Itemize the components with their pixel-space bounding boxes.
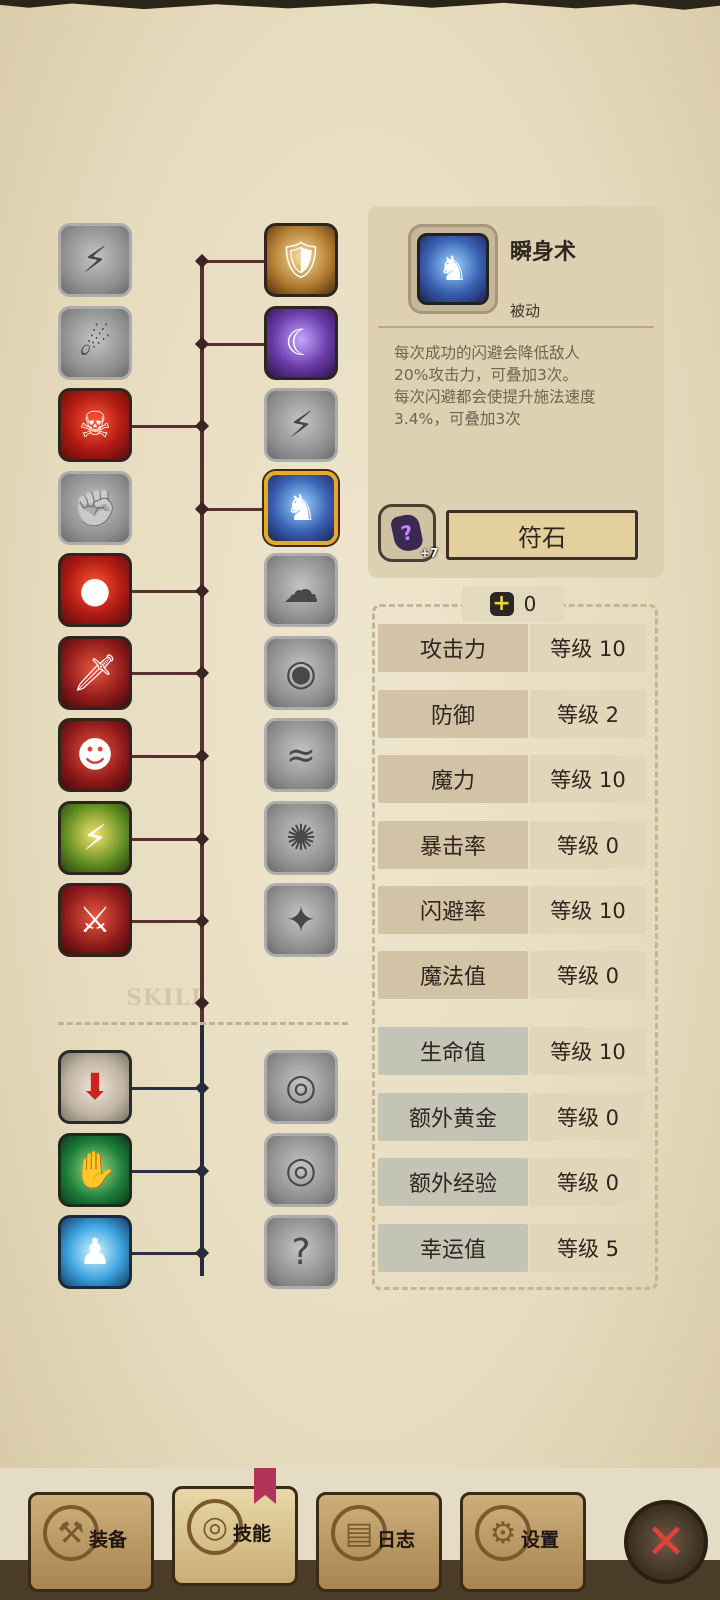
branch-left-7 bbox=[132, 755, 202, 758]
tab-log[interactable]: ▤ 日志 bbox=[316, 1492, 442, 1592]
stat-name: 魔力 bbox=[378, 755, 528, 803]
skill-holy-shield-icon[interactable]: 🛡 bbox=[264, 223, 338, 297]
tab-skills-label: 技能 bbox=[233, 1523, 272, 1545]
branch-left-12 bbox=[132, 1252, 202, 1255]
skill-lightning-icon[interactable]: ⚡ bbox=[58, 801, 132, 875]
skill-whirlwind-icon[interactable]: ● bbox=[58, 553, 132, 627]
detail-icon-frame: ♞ bbox=[408, 224, 498, 314]
rune-level: +7 bbox=[420, 546, 439, 560]
skill-chest-down-icon[interactable]: ⬇ bbox=[58, 1050, 132, 1124]
stat-row[interactable]: 暴击率 等级 0 bbox=[378, 821, 646, 869]
skill-gear-aura-icon[interactable]: ✺ bbox=[264, 801, 338, 875]
skill-blink-icon[interactable]: ♞ bbox=[264, 471, 338, 545]
stat-row[interactable]: 魔法值 等级 0 bbox=[378, 951, 646, 999]
tree-divider bbox=[58, 1022, 348, 1025]
skill-sparkle-icon[interactable]: ✦ bbox=[264, 883, 338, 957]
skill-eye-chest-2-icon[interactable]: ◎ bbox=[264, 1133, 338, 1207]
skill-points-value: 0 bbox=[523, 592, 537, 616]
skill-points-badge: + 0 bbox=[462, 586, 564, 622]
stat-name: 生命值 bbox=[378, 1027, 528, 1075]
skill-watermark: SKILL bbox=[126, 985, 208, 1011]
stat-level: 等级 10 bbox=[530, 1027, 646, 1075]
stat-name: 幸运值 bbox=[378, 1224, 528, 1272]
branch-left-8 bbox=[132, 838, 202, 841]
stat-name: 闪避率 bbox=[378, 886, 528, 934]
stat-level: 等级 5 bbox=[530, 1224, 646, 1272]
branch-right-1 bbox=[202, 260, 264, 263]
skill-luck-icon[interactable]: ? bbox=[264, 1215, 338, 1289]
stat-row[interactable]: 额外经验 等级 0 bbox=[378, 1158, 646, 1206]
skill-eye-icon[interactable]: ◉ bbox=[264, 636, 338, 710]
skill-slash-icon[interactable]: ⚡ bbox=[58, 223, 132, 297]
stat-level: 等级 0 bbox=[530, 821, 646, 869]
stat-name: 暴击率 bbox=[378, 821, 528, 869]
tab-equipment-label: 装备 bbox=[89, 1529, 128, 1551]
stat-name: 防御 bbox=[378, 690, 528, 738]
skill-aura-icon[interactable]: ♟ bbox=[58, 1215, 132, 1289]
branch-right-2 bbox=[202, 343, 264, 346]
tab-skills[interactable]: ◎ 技能 bbox=[172, 1486, 298, 1586]
skill-wind-slash-icon[interactable]: ≈ bbox=[264, 718, 338, 792]
skill-smoke-icon[interactable]: ☁ bbox=[264, 553, 338, 627]
skill-sword-icon[interactable]: ⚔ bbox=[58, 883, 132, 957]
skill-eye-chest-icon[interactable]: ◎ bbox=[264, 1050, 338, 1124]
skill-shadow-strike-icon[interactable]: ☻ bbox=[58, 718, 132, 792]
stat-row[interactable]: 防御 等级 2 bbox=[378, 690, 646, 738]
stat-level: 等级 0 bbox=[530, 1093, 646, 1141]
stat-row[interactable]: 闪避率 等级 10 bbox=[378, 886, 646, 934]
stat-name: 魔法值 bbox=[378, 951, 528, 999]
skill-thunder-icon[interactable]: ⚡ bbox=[264, 388, 338, 462]
skill-tree-trunk bbox=[200, 262, 204, 1022]
branch-left-9 bbox=[132, 920, 202, 923]
skill-rage-icon[interactable]: ☠ bbox=[58, 388, 132, 462]
stat-name: 额外黄金 bbox=[378, 1093, 528, 1141]
stat-level: 等级 10 bbox=[530, 755, 646, 803]
stat-row[interactable]: 额外黄金 等级 0 bbox=[378, 1093, 646, 1141]
branch-left-6 bbox=[132, 672, 202, 675]
skill-dash-icon[interactable]: ☄ bbox=[58, 306, 132, 380]
stat-row[interactable]: 攻击力 等级 10 bbox=[378, 624, 646, 672]
tab-equipment[interactable]: ⚒ 装备 bbox=[28, 1492, 154, 1592]
skill-detail-panel: ♞ 瞬身术 被动 每次成功的闪避会降低敌人 20%攻击力，可叠加3次。 每次闪避… bbox=[368, 206, 664, 578]
stat-level: 等级 0 bbox=[530, 951, 646, 999]
branch-right-4 bbox=[202, 508, 264, 511]
rune-button[interactable]: 符石 bbox=[446, 510, 638, 560]
close-button[interactable]: ✕ bbox=[624, 1500, 708, 1584]
stat-name: 额外经验 bbox=[378, 1158, 528, 1206]
skill-type: 被动 bbox=[510, 302, 541, 320]
branch-left-5 bbox=[132, 590, 202, 593]
passive-tree-trunk bbox=[200, 1022, 204, 1276]
tab-settings[interactable]: ⚙ 设置 bbox=[460, 1492, 586, 1592]
skill-name: 瞬身术 bbox=[510, 240, 577, 265]
skill-dagger-icon[interactable]: 🗡 bbox=[58, 636, 132, 710]
skill-strength-icon[interactable]: ✊ bbox=[58, 471, 132, 545]
skill-chest-hand-icon[interactable]: ✋ bbox=[58, 1133, 132, 1207]
stat-level: 等级 0 bbox=[530, 1158, 646, 1206]
stat-level: 等级 10 bbox=[530, 624, 646, 672]
stat-level: 等级 2 bbox=[530, 690, 646, 738]
stat-row[interactable]: 魔力 等级 10 bbox=[378, 755, 646, 803]
branch-left-3 bbox=[132, 425, 202, 428]
branch-left-10 bbox=[132, 1087, 202, 1090]
detail-divider bbox=[378, 326, 654, 328]
stat-row[interactable]: 生命值 等级 10 bbox=[378, 1027, 646, 1075]
skill-description: 每次成功的闪避会降低敌人 20%攻击力，可叠加3次。 每次闪避都会使提升施法速度… bbox=[394, 344, 596, 428]
blink-skill-icon: ♞ bbox=[417, 233, 489, 305]
skill-scream-icon[interactable]: ☾ bbox=[264, 306, 338, 380]
branch-left-11 bbox=[132, 1170, 202, 1173]
plus-icon: + bbox=[489, 592, 514, 616]
stat-name: 攻击力 bbox=[378, 624, 528, 672]
stat-row[interactable]: 幸运值 等级 5 bbox=[378, 1224, 646, 1272]
stat-level: 等级 10 bbox=[530, 886, 646, 934]
tab-settings-label: 设置 bbox=[521, 1529, 560, 1551]
close-icon: ✕ bbox=[645, 1514, 687, 1570]
tab-log-label: 日志 bbox=[377, 1529, 416, 1551]
